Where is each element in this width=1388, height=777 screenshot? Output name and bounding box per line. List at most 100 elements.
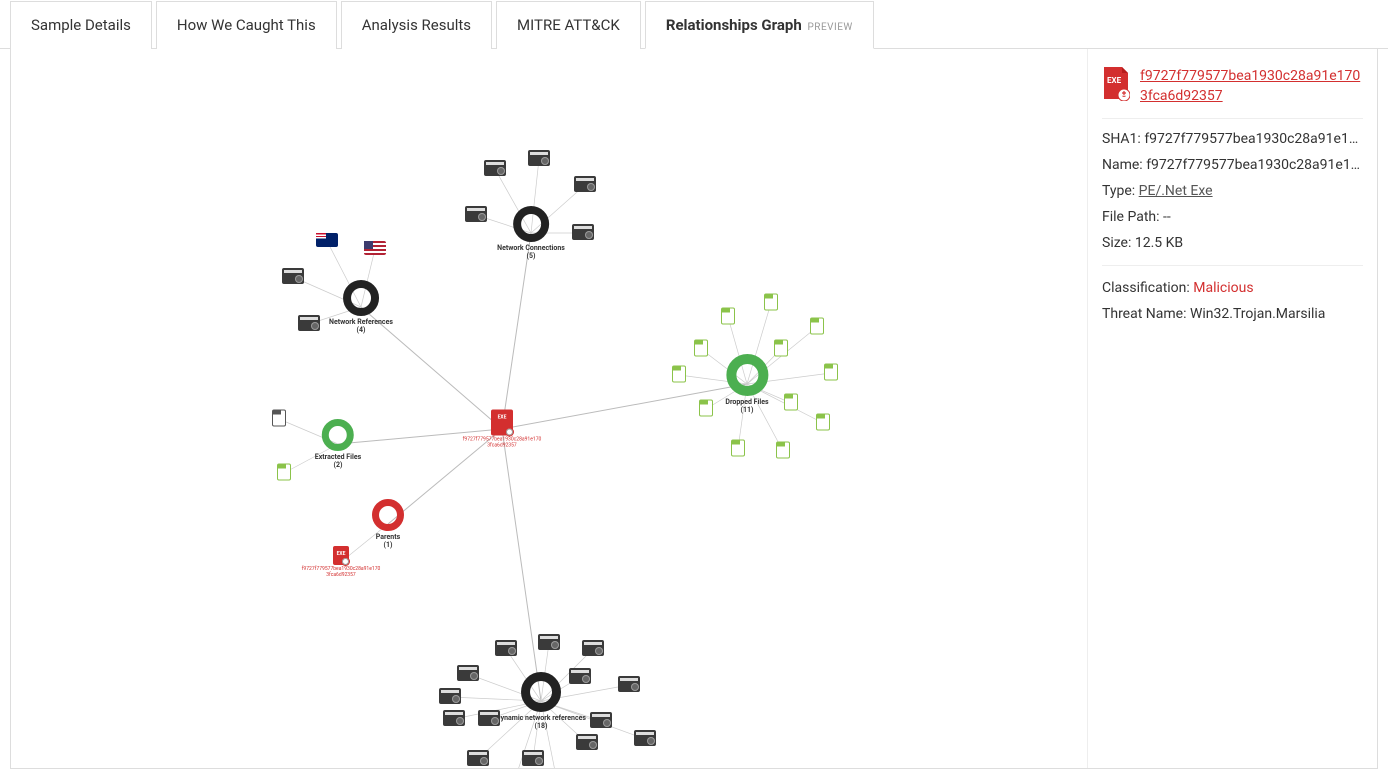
field-size: Size: 12.5 KB: [1102, 235, 1363, 251]
green-file-icon: [699, 400, 713, 417]
green-file-icon: [810, 318, 824, 335]
graph-leaf-netconn-2[interactable]: [545, 176, 625, 194]
hub-ring-icon: [372, 499, 404, 531]
exe-file-icon: EXE: [1102, 67, 1130, 101]
browser-icon: [590, 712, 612, 728]
tab-relationships-graph-label: Relationships Graph: [666, 16, 802, 34]
threat-label: Threat Name:: [1102, 306, 1186, 322]
graph-leaf-dropped-1[interactable]: [688, 308, 768, 327]
green-file-icon: [784, 394, 798, 411]
type-value-link[interactable]: PE/.Net Exe: [1139, 183, 1213, 199]
graph-leaf-extracted-1[interactable]: [244, 464, 324, 483]
browser-icon: [439, 688, 461, 704]
browser-icon: [495, 640, 517, 656]
flag-us-icon: [364, 241, 386, 255]
green-file-icon: [776, 442, 790, 459]
graph-hub-extracted[interactable]: Extracted Files(2): [315, 419, 361, 469]
hub-ring-icon: [726, 354, 768, 396]
graph-leaf-dropped-2[interactable]: [777, 318, 857, 337]
sample-hash-link[interactable]: f9727f779577bea1930c28a91e1703fca6d92357: [1140, 67, 1363, 106]
graph-leaf-netref-1[interactable]: [335, 241, 415, 257]
graph-leaf-dropped-6[interactable]: [791, 364, 871, 383]
hub-ring-icon: [322, 419, 354, 451]
field-name: Name: f9727f779577bea1930c28a91e1…: [1102, 157, 1363, 173]
graph-leaf-dynnet-3[interactable]: [428, 665, 508, 683]
filepath-label: File Path:: [1102, 209, 1160, 225]
browser-icon: [574, 176, 596, 192]
browser-icon: [282, 268, 304, 284]
field-classification: Classification: Malicious: [1102, 280, 1363, 296]
type-label: Type:: [1102, 183, 1135, 199]
graph-leaf-dynnet-5[interactable]: [540, 668, 620, 686]
graph-leaf-netref-3[interactable]: [269, 315, 349, 333]
hub-label: Extracted Files: [315, 453, 361, 461]
graph-center-node[interactable]: f9727f779577bea1930c28a91e1703fca6d92357: [462, 410, 542, 449]
green-file-icon: [672, 366, 686, 383]
graph-leaf-dynnet-7[interactable]: [414, 710, 494, 728]
graph-leaf-netconn-3[interactable]: [543, 224, 623, 242]
relationships-graph-canvas[interactable]: f9727f779577bea1930c28a91e1703fca6d92357…: [11, 49, 1087, 768]
content-area: f9727f779577bea1930c28a91e1703fca6d92357…: [10, 49, 1378, 769]
graph-hub-parents[interactable]: Parents(1): [372, 499, 404, 549]
tab-bar: Sample Details How We Caught This Analys…: [0, 0, 1388, 49]
classification-label: Classification:: [1102, 280, 1190, 296]
graph-leaf-dynnet-1[interactable]: [466, 640, 546, 658]
graph-leaf-dropped-3[interactable]: [661, 340, 741, 359]
green-file-icon: [694, 340, 708, 357]
graph-leaf-netconn-1[interactable]: [499, 150, 579, 168]
graph-leaf-dynnet-12[interactable]: [547, 734, 627, 752]
threat-value: Win32.Trojan.Marsilia: [1190, 306, 1325, 322]
browser-icon: [576, 734, 598, 750]
graph-leaf-dropped-9[interactable]: [783, 414, 863, 433]
tab-analysis-results[interactable]: Analysis Results: [341, 1, 492, 49]
graph-leaf-dropped-4[interactable]: [741, 340, 821, 359]
graph-leaf-dropped-5[interactable]: [639, 366, 719, 385]
tab-relationships-graph[interactable]: Relationships Graph PREVIEW: [645, 1, 874, 49]
field-threat: Threat Name: Win32.Trojan.Marsilia: [1102, 306, 1363, 322]
graph-leaf-dropped-7[interactable]: [751, 394, 831, 413]
graph-leaf-dynnet-15[interactable]: [410, 688, 490, 706]
graph-leaf-dropped-11[interactable]: [743, 442, 823, 461]
graph-leaf-dropped-8[interactable]: [666, 400, 746, 419]
browser-icon: [522, 750, 544, 766]
field-sha1: SHA1: f9727f779577bea1930c28a91e17…: [1102, 131, 1363, 147]
browser-icon: [467, 750, 489, 766]
panel-divider: [1102, 265, 1363, 266]
tab-mitre-attack[interactable]: MITRE ATT&CK: [496, 1, 641, 49]
graph-leaf-netref-2[interactable]: [253, 268, 333, 286]
size-label: Size:: [1102, 235, 1131, 251]
browser-icon: [618, 676, 640, 692]
size-value: 12.5 KB: [1135, 235, 1183, 251]
name-label: Name:: [1102, 157, 1143, 173]
green-file-icon: [816, 414, 830, 431]
green-file-icon: [774, 340, 788, 357]
center-label: f9727f779577bea1930c28a91e1703fca6d92357: [462, 438, 542, 449]
green-file-icon: [721, 308, 735, 325]
browser-icon: [572, 224, 594, 240]
browser-icon: [528, 150, 550, 166]
tab-how-we-caught[interactable]: How We Caught This: [156, 1, 337, 49]
filepath-value: --: [1163, 209, 1171, 225]
hub-count: (5): [497, 252, 565, 260]
browser-icon: [582, 640, 604, 656]
graph-leaf-dynnet-2[interactable]: [553, 640, 633, 658]
graph-leaf-netconn-4[interactable]: [436, 206, 516, 224]
tab-sample-details[interactable]: Sample Details: [10, 1, 152, 49]
browser-icon: [457, 665, 479, 681]
browser-icon: [634, 730, 656, 746]
preview-badge: PREVIEW: [807, 22, 852, 33]
name-value: f9727f779577bea1930c28a91e1…: [1146, 157, 1360, 173]
browser-icon: [465, 206, 487, 222]
hub-label: Network Connections: [497, 244, 565, 252]
graph-leaf-dynnet-11[interactable]: [493, 750, 573, 768]
red-file-icon: [333, 546, 349, 565]
browser-icon: [298, 315, 320, 331]
graph-leaf-parents-0[interactable]: f9727f779577bea1930c28a91e1703fca6d92357: [301, 546, 381, 578]
field-filepath: File Path: --: [1102, 209, 1363, 225]
exe-icon: [491, 410, 513, 436]
green-file-icon: [824, 364, 838, 381]
hub-label: Parents: [372, 533, 404, 541]
browser-icon: [443, 710, 465, 726]
graph-leaf-dynnet-8[interactable]: [561, 712, 641, 730]
graph-leaf-extracted-0[interactable]: [239, 410, 319, 429]
